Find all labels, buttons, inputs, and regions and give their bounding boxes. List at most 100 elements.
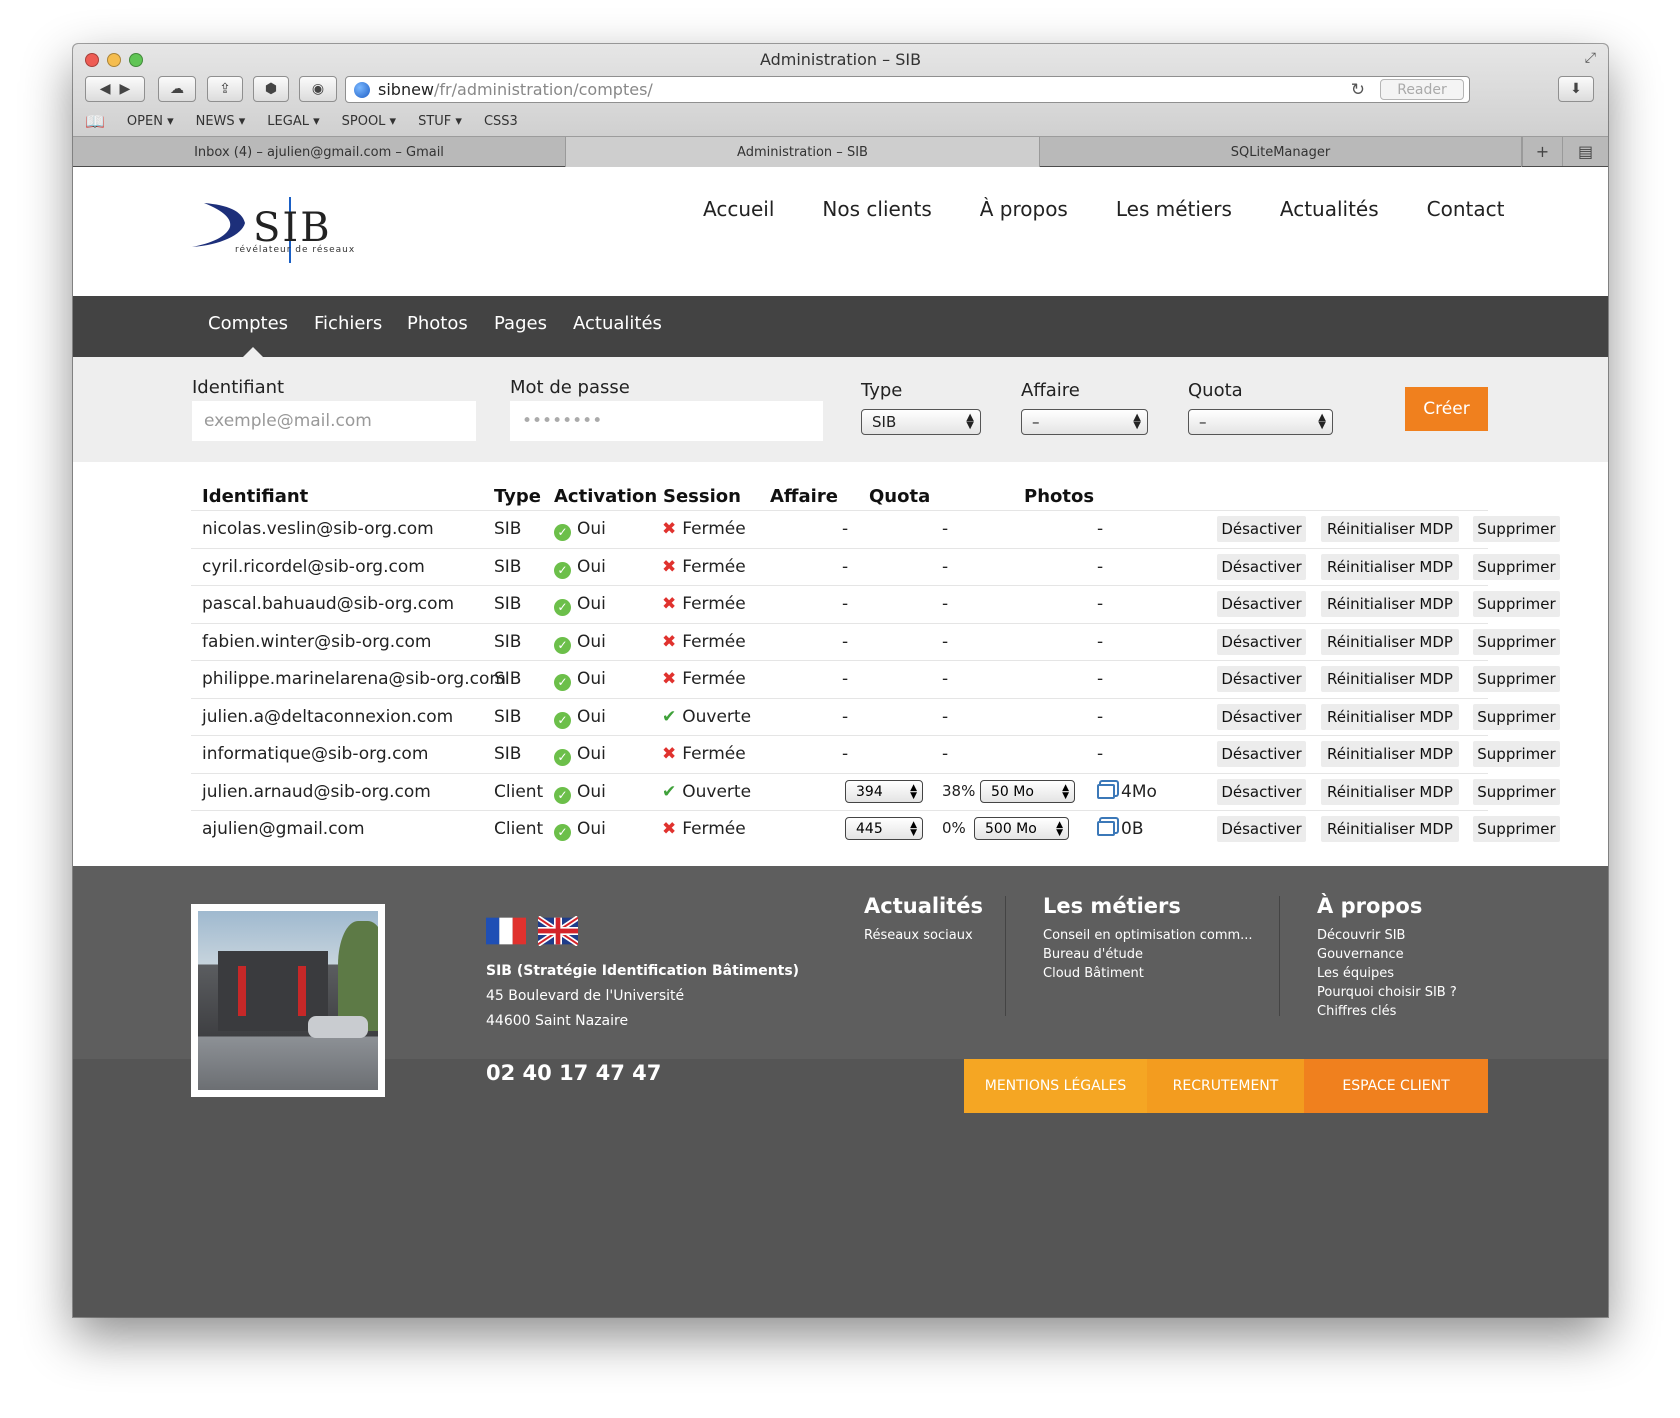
browser-window: Administration – SIB ⤢ ◀ ▶ ☁ ⇪ ⬢ ◉ sibne… [73, 44, 1608, 1317]
desactiver-button[interactable]: Désactiver [1217, 516, 1306, 542]
reload-icon[interactable]: ↻ [1351, 80, 1365, 100]
desactiver-button[interactable]: Désactiver [1217, 779, 1306, 805]
supprimer-button[interactable]: Supprimer [1473, 741, 1560, 767]
share-button[interactable]: ⇪ [207, 76, 243, 102]
quota-row-select[interactable]: 50 Mo ▲ ▼ [980, 780, 1075, 803]
reading-list-icon[interactable]: 📖 [85, 112, 105, 131]
nav-actualites[interactable]: Actualités [1280, 197, 1379, 221]
nav-a-propos[interactable]: À propos [980, 197, 1068, 221]
forward-icon[interactable]: ▶ [119, 81, 130, 97]
footer-col-metiers-title[interactable]: Les métiers [1043, 894, 1181, 918]
nav-contact[interactable]: Contact [1427, 197, 1505, 221]
affaire-row-select[interactable]: 394 ▲ ▼ [845, 780, 923, 803]
back-icon[interactable]: ◀ [100, 81, 111, 97]
admin-tab-pages[interactable]: Pages [494, 313, 547, 334]
nav-nos-clients[interactable]: Nos clients [822, 197, 931, 221]
footer-col-actualites-title[interactable]: Actualités [864, 894, 983, 918]
icloud-button[interactable]: ☁ [158, 76, 196, 102]
affaire-row-select[interactable]: 445 ▲ ▼ [845, 817, 923, 840]
bookmark-open[interactable]: OPEN ▾ [127, 114, 174, 129]
footer-link-chiffres[interactable]: Chiffres clés [1317, 1004, 1396, 1019]
affaire-select[interactable]: – ▲ ▼ [1021, 409, 1148, 435]
tool-button[interactable]: ◉ [299, 76, 337, 102]
reinitialiser-mdp-button[interactable]: Réinitialiser MDP [1321, 591, 1459, 617]
supprimer-button[interactable]: Supprimer [1473, 591, 1560, 617]
create-button[interactable]: Créer [1405, 387, 1488, 431]
admin-tab-fichiers[interactable]: Fichiers [314, 313, 382, 334]
supprimer-button[interactable]: Supprimer [1473, 629, 1560, 655]
desactiver-button[interactable]: Désactiver [1217, 741, 1306, 767]
reinitialiser-mdp-button[interactable]: Réinitialiser MDP [1321, 741, 1459, 767]
new-tab-button[interactable]: + [1522, 137, 1562, 166]
footer-link-cloud[interactable]: Cloud Bâtiment [1043, 966, 1144, 981]
supprimer-button[interactable]: Supprimer [1473, 666, 1560, 692]
bookmark-spool[interactable]: SPOOL ▾ [342, 114, 396, 129]
bookmark-css3[interactable]: CSS3 [484, 114, 518, 129]
mentions-legales-button[interactable]: MENTIONS LÉGALES [964, 1059, 1147, 1113]
fullscreen-icon[interactable]: ⤢ [1585, 50, 1596, 66]
activation-value: Oui [577, 782, 606, 802]
desactiver-button[interactable]: Désactiver [1217, 704, 1306, 730]
uk-flag-icon[interactable] [538, 916, 578, 946]
tab-administration[interactable]: Administration – SIB [566, 137, 1040, 167]
footer-link-gouvernance[interactable]: Gouvernance [1317, 947, 1404, 962]
bookmark-legal[interactable]: LEGAL ▾ [267, 114, 319, 129]
footer-link-pourquoi[interactable]: Pourquoi choisir SIB ? [1317, 985, 1457, 1000]
footer-link-equipes[interactable]: Les équipes [1317, 966, 1394, 981]
footer-link-decouvrir[interactable]: Découvrir SIB [1317, 928, 1405, 943]
extension-button[interactable]: ⬢ [253, 76, 289, 102]
site-logo[interactable]: SIB révélateur de réseaux [190, 197, 360, 267]
desactiver-button[interactable]: Désactiver [1217, 666, 1306, 692]
identifiant-input[interactable]: exemple@mail.com [192, 401, 476, 441]
window-title: Administration – SIB [759, 50, 922, 69]
tab-gmail[interactable]: Inbox (4) – ajulien@gmail.com – Gmail [73, 137, 566, 167]
desactiver-button[interactable]: Désactiver [1217, 554, 1306, 580]
quota-row-select[interactable]: 500 Mo ▲ ▼ [974, 817, 1069, 840]
french-flag-icon[interactable] [486, 916, 526, 946]
tab-sqlitemanager[interactable]: SQLiteManager [1040, 137, 1522, 167]
type-select[interactable]: SIB ▲ ▼ [861, 409, 981, 435]
reinitialiser-mdp-button[interactable]: Réinitialiser MDP [1321, 666, 1459, 692]
supprimer-button[interactable]: Supprimer [1473, 704, 1560, 730]
col-header-type: Type [494, 486, 541, 507]
admin-tab-photos[interactable]: Photos [407, 313, 468, 334]
admin-tab-actualites[interactable]: Actualités [573, 313, 662, 334]
nav-accueil[interactable]: Accueil [703, 197, 774, 221]
address-bar[interactable]: sibnew/fr/administration/comptes/ ↻ Read… [345, 76, 1470, 103]
nav-les-metiers[interactable]: Les métiers [1116, 197, 1232, 221]
account-session: ✖ Fermée [662, 519, 746, 539]
espace-client-button[interactable]: ESPACE CLIENT [1304, 1059, 1488, 1113]
photos-size[interactable]: 4Mo [1097, 782, 1157, 802]
supprimer-button[interactable]: Supprimer [1473, 554, 1560, 580]
footer-link-bureau[interactable]: Bureau d'étude [1043, 947, 1143, 962]
supprimer-button[interactable]: Supprimer [1473, 816, 1560, 842]
footer-link-conseil[interactable]: Conseil en optimisation comm... [1043, 928, 1253, 943]
quota-select[interactable]: – ▲ ▼ [1188, 409, 1333, 435]
desactiver-button[interactable]: Désactiver [1217, 591, 1306, 617]
activation-value: Oui [577, 707, 606, 727]
reinitialiser-mdp-button[interactable]: Réinitialiser MDP [1321, 629, 1459, 655]
tab-overview-button[interactable]: ▤ [1562, 137, 1608, 166]
reinitialiser-mdp-button[interactable]: Réinitialiser MDP [1321, 516, 1459, 542]
admin-tab-comptes[interactable]: Comptes [208, 313, 288, 334]
footer-link-reseaux-sociaux[interactable]: Réseaux sociaux [864, 928, 973, 943]
downloads-button[interactable]: ⬇ [1558, 76, 1594, 102]
supprimer-button[interactable]: Supprimer [1473, 516, 1560, 542]
shield-icon: ⬢ [264, 81, 278, 97]
back-forward-buttons[interactable]: ◀ ▶ [85, 76, 145, 102]
password-input[interactable]: •••••••• [510, 401, 823, 441]
footer-col-apropos-title[interactable]: À propos [1317, 894, 1422, 918]
recrutement-button[interactable]: RECRUTEMENT [1147, 1059, 1304, 1113]
table-row: fabien.winter@sib-org.com SIB ✓ Oui ✖ Fermée -… [191, 623, 1560, 660]
photos-size[interactable]: 0B [1097, 819, 1143, 839]
reinitialiser-mdp-button[interactable]: Réinitialiser MDP [1321, 704, 1459, 730]
reinitialiser-mdp-button[interactable]: Réinitialiser MDP [1321, 816, 1459, 842]
supprimer-button[interactable]: Supprimer [1473, 779, 1560, 805]
reader-button[interactable]: Reader [1380, 79, 1464, 100]
reinitialiser-mdp-button[interactable]: Réinitialiser MDP [1321, 554, 1459, 580]
reinitialiser-mdp-button[interactable]: Réinitialiser MDP [1321, 779, 1459, 805]
desactiver-button[interactable]: Désactiver [1217, 816, 1306, 842]
desactiver-button[interactable]: Désactiver [1217, 629, 1306, 655]
bookmark-news[interactable]: NEWS ▾ [196, 114, 246, 129]
bookmark-stuf[interactable]: STUF ▾ [418, 114, 462, 129]
